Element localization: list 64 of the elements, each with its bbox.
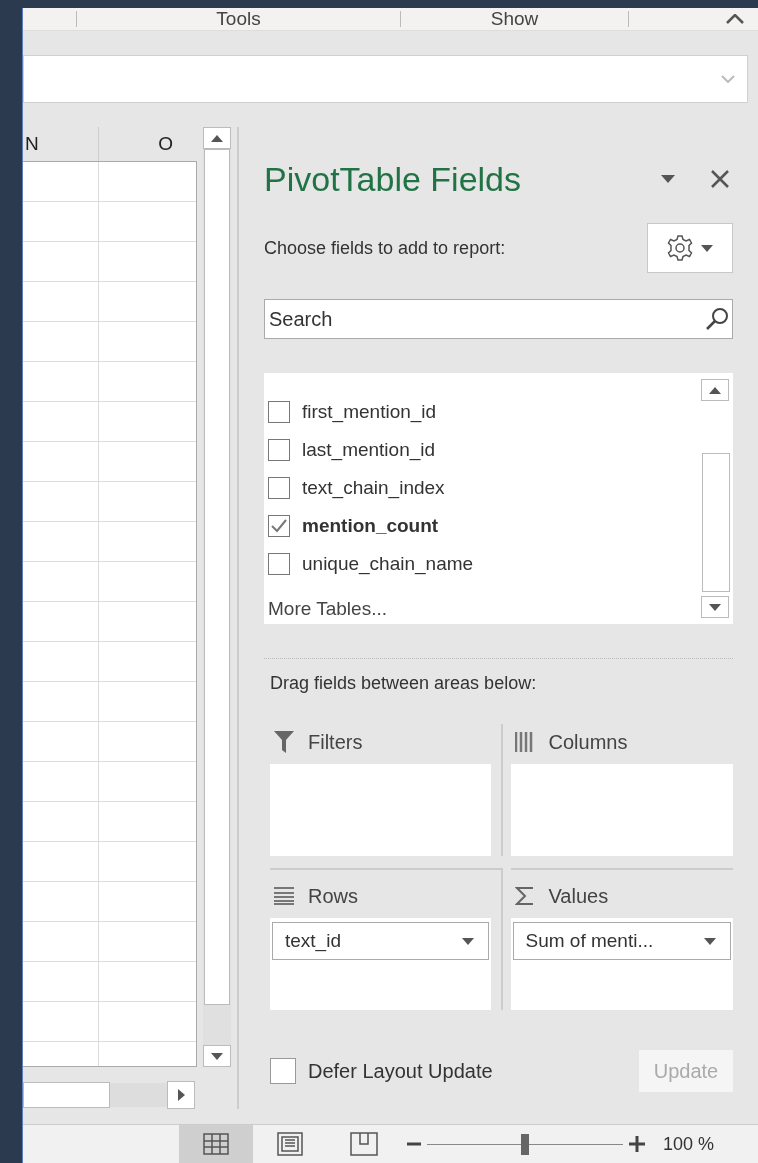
- settings-button[interactable]: [647, 223, 733, 273]
- up-triangle-icon: [709, 386, 721, 394]
- area-label: Values: [548, 884, 609, 908]
- field-label[interactable]: last_mention_id: [302, 439, 436, 461]
- field-checkbox[interactable]: [268, 401, 290, 423]
- zoom-out-button[interactable]: [407, 1142, 421, 1146]
- search-field[interactable]: Search: [264, 299, 733, 339]
- area-drop-box[interactable]: Sum of menti...: [510, 918, 733, 1010]
- area-field-chip[interactable]: Sum of menti...: [512, 922, 731, 960]
- field-checkbox[interactable]: [268, 515, 290, 537]
- right-triangle-icon: [177, 1089, 185, 1101]
- defer-label[interactable]: Defer Layout Update: [308, 1059, 493, 1083]
- more-tables-link[interactable]: More Tables...: [268, 598, 701, 620]
- ribbon-group-label: Show: [490, 8, 539, 29]
- field-label[interactable]: unique_chain_name: [302, 553, 474, 575]
- cell-grid[interactable]: [23, 161, 197, 1067]
- scrollbar-thumb[interactable]: [23, 1082, 110, 1108]
- collapse-ribbon-icon[interactable]: [726, 14, 744, 24]
- area-field-chip[interactable]: text_id: [272, 922, 489, 960]
- scroll-down-button[interactable]: [701, 596, 729, 618]
- chip-caret-icon: [461, 937, 474, 945]
- field-label[interactable]: text_chain_index: [302, 477, 445, 499]
- grid-icon: [203, 1133, 229, 1155]
- page-break-icon: [350, 1132, 378, 1156]
- filter-icon: [274, 731, 294, 753]
- zoom-in-button[interactable]: [629, 1136, 645, 1152]
- settings-icon: [667, 235, 693, 261]
- up-triangle-icon: [211, 134, 223, 142]
- zoom-slider-thumb[interactable]: [521, 1133, 529, 1155]
- zoom-level[interactable]: 100 %: [663, 1133, 715, 1155]
- scroll-right-button[interactable]: [167, 1081, 195, 1109]
- field-checkbox[interactable]: [268, 553, 290, 575]
- ribbon-group-label: Tools: [216, 8, 261, 29]
- scroll-up-button[interactable]: [203, 127, 231, 149]
- scrollbar-thumb[interactable]: [702, 453, 730, 592]
- area-drop-box[interactable]: text_id: [270, 918, 491, 1010]
- pane-options-caret-icon[interactable]: [661, 175, 675, 183]
- view-button[interactable]: [179, 1125, 253, 1163]
- scroll-down-button[interactable]: [203, 1045, 231, 1067]
- defer-checkbox[interactable]: [270, 1058, 296, 1084]
- rows-icon: [274, 887, 294, 905]
- field-label[interactable]: first_mention_id: [302, 401, 437, 423]
- column-header[interactable]: N: [25, 133, 39, 155]
- area-label: Filters: [308, 730, 363, 754]
- page-icon: [277, 1132, 303, 1156]
- area-label: Rows: [308, 884, 358, 908]
- columns-icon: [514, 732, 535, 752]
- scrollbar-thumb[interactable]: [204, 149, 230, 1005]
- caret-icon: [701, 244, 713, 252]
- field-checkbox[interactable]: [268, 439, 290, 461]
- scroll-up-button[interactable]: [701, 379, 729, 401]
- down-triangle-icon: [211, 1052, 223, 1060]
- sigma-icon: [514, 887, 535, 905]
- pane-title: PivotTable Fields: [264, 159, 522, 199]
- chip-caret-icon: [704, 937, 716, 945]
- down-triangle-icon: [709, 603, 721, 611]
- area-label: Columns: [548, 730, 628, 754]
- field-label[interactable]: mention_count: [302, 515, 439, 537]
- column-header[interactable]: O: [158, 133, 173, 155]
- areas-prompt: Drag fields between areas below:: [270, 673, 538, 694]
- search-icon[interactable]: [705, 307, 729, 331]
- field-checkbox[interactable]: [268, 477, 290, 499]
- fields-prompt: Choose fields to add to report:: [264, 237, 506, 259]
- close-icon[interactable]: [711, 170, 729, 188]
